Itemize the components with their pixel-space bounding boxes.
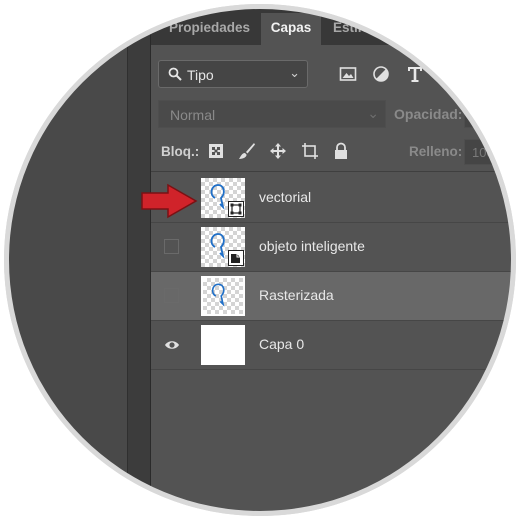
- tab-estilos[interactable]: Estilos: [333, 13, 377, 45]
- image-filter-icon[interactable]: [339, 65, 357, 83]
- lock-image-pixels-icon[interactable]: [238, 142, 256, 160]
- magnified-view: Propiedades Capas Estilos Tipo ⌄ Normal: [4, 4, 516, 516]
- search-icon: [168, 67, 182, 81]
- layer-row-objeto-inteligente[interactable]: objeto inteligente: [151, 223, 515, 272]
- layer-row-rasterizada[interactable]: Rasterizada: [151, 272, 515, 321]
- balloon-icon: [211, 283, 225, 307]
- lock-transparency-icon[interactable]: [207, 142, 225, 160]
- tab-propiedades[interactable]: Propiedades: [169, 13, 250, 45]
- layer-thumbnail: [201, 276, 245, 316]
- filter-type-label: Tipo: [187, 67, 214, 83]
- visibility-toggle[interactable]: [164, 239, 179, 254]
- vector-mask-badge-icon: [228, 201, 244, 217]
- chevron-down-icon: ⌄: [367, 105, 379, 121]
- layer-row-capa-0[interactable]: Capa 0: [151, 321, 515, 370]
- opacity-label: Opacidad:: [394, 106, 463, 122]
- tab-capas[interactable]: Capas: [261, 13, 321, 45]
- panel-tabbar: Propiedades Capas Estilos: [151, 5, 515, 45]
- eye-icon[interactable]: [164, 337, 180, 353]
- fill-input[interactable]: 100: [464, 139, 515, 165]
- divider: [151, 171, 515, 172]
- lock-all-icon[interactable]: [332, 142, 350, 160]
- visibility-toggle[interactable]: [164, 288, 179, 303]
- chevron-down-icon: ⌄: [289, 65, 300, 80]
- blend-mode-select[interactable]: Normal ⌄: [158, 100, 386, 128]
- layer-row-vectorial[interactable]: vectorial: [151, 174, 515, 223]
- layer-thumbnail: [201, 227, 245, 267]
- layer-name: vectorial: [259, 189, 312, 205]
- panel-divider: [127, 5, 151, 515]
- layers-panel: Propiedades Capas Estilos Tipo ⌄ Normal: [151, 5, 515, 515]
- adjustment-filter-icon[interactable]: [372, 65, 390, 83]
- layer-filter-select[interactable]: Tipo ⌄: [158, 60, 308, 88]
- smart-object-badge-icon: [228, 250, 244, 266]
- layer-name: Rasterizada: [259, 287, 334, 303]
- layer-name: Capa 0: [259, 336, 305, 352]
- type-filter-icon[interactable]: [406, 65, 424, 83]
- lock-artboard-icon[interactable]: [301, 142, 319, 160]
- fill-label: Relleno:: [409, 144, 463, 159]
- lock-position-icon[interactable]: [269, 142, 287, 160]
- canvas-area: [5, 5, 127, 515]
- layer-thumbnail: [201, 178, 245, 218]
- opacity-input[interactable]: [464, 100, 515, 128]
- red-arrow-icon: [141, 183, 198, 219]
- layer-name: objeto inteligente: [259, 238, 365, 254]
- lock-label: Bloq.:: [161, 144, 200, 159]
- layer-thumbnail: [201, 325, 245, 365]
- blend-mode-value: Normal: [170, 107, 216, 123]
